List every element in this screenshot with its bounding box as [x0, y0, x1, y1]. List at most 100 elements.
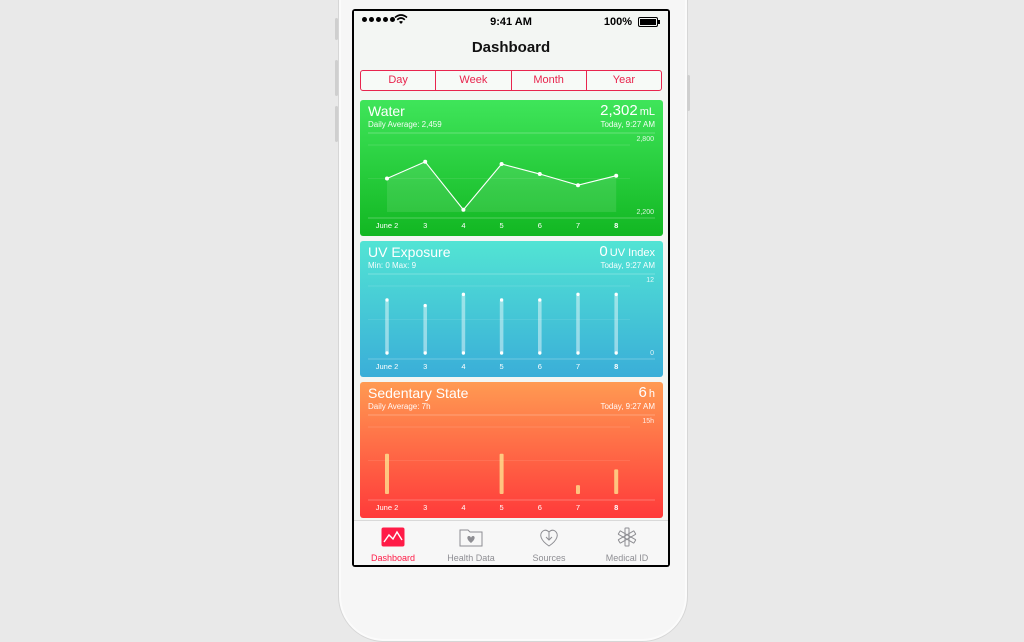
card-timestamp: Today, 9:27 AM [600, 402, 655, 411]
x-tick-label: 5 [500, 221, 504, 230]
segment-day[interactable]: Day [361, 71, 437, 90]
health-data-folder-icon [459, 529, 483, 547]
x-tick-label: 6 [538, 362, 542, 371]
y-tick-label-min: 0 [650, 350, 654, 357]
x-tick-label: 4 [461, 362, 465, 371]
segment-week[interactable]: Week [436, 71, 512, 90]
uv-max-point [576, 292, 580, 297]
uv-range-bar [576, 294, 580, 353]
y-tick-label-min: 2,200 [636, 209, 654, 216]
card-title: Water [368, 103, 405, 119]
uv-max-point [499, 298, 504, 302]
water-data-point [385, 176, 389, 181]
uv-max-point [385, 298, 389, 302]
uv-max-point [423, 303, 427, 308]
x-tick-label: 6 [538, 503, 542, 512]
uv-min-point [538, 351, 542, 355]
page-title: Dashboard [471, 39, 551, 56]
water-data-point [423, 159, 428, 164]
x-tick-label: 3 [423, 503, 427, 512]
card-value: 6h [639, 384, 655, 401]
card-value-unit: mL [639, 106, 655, 118]
uv-max-point [538, 298, 542, 302]
x-tick-label: 3 [423, 362, 427, 371]
time-range-segmented-control: Day Week Month Year [360, 70, 662, 91]
card-subtitle: Daily Average: 2,459 [368, 120, 442, 129]
y-tick-label-max: 12 [646, 277, 654, 284]
tab-medical-id[interactable]: Medical ID [588, 521, 666, 565]
card-value-number: 0 [599, 243, 608, 260]
water-card[interactable]: 2,800 2,200 June 2 3 4 5 6 7 8 Water Daily Avera… [360, 100, 663, 236]
card-value-unit: UV Index [609, 247, 655, 259]
tab-label: Dashboard [370, 553, 416, 563]
x-tick-label: June 2 [376, 362, 399, 371]
card-value: 0 UV Index [599, 243, 655, 260]
battery-percentage: 100% [603, 16, 632, 28]
tab-label: Health Data [447, 553, 495, 563]
card-value-unit: h [648, 388, 655, 400]
sedentary-bar [499, 453, 504, 494]
card-subtitle: Min: 0 Max: 9 [368, 261, 417, 270]
card-timestamp: Today, 9:27 AM [600, 120, 655, 129]
medical-id-asterisk-icon [617, 527, 637, 547]
x-tick-label: 5 [500, 503, 504, 512]
uv-min-point [461, 351, 466, 355]
uv-max-point [461, 292, 466, 297]
uv-max-point [614, 292, 618, 297]
segment-year[interactable]: Year [587, 71, 661, 90]
uv-min-point [423, 351, 427, 355]
uv-exposure-card[interactable]: 12 0 June 2 3 4 5 6 7 8 UV Exposure Min: 0 Max: … [360, 241, 663, 377]
card-title: Sedentary State [368, 385, 469, 401]
uv-min-point [385, 351, 389, 355]
water-data-point [576, 183, 580, 188]
phone-mute-switch [335, 18, 338, 40]
uv-range-bar [385, 299, 389, 353]
uv-range-bar [461, 294, 466, 353]
x-tick-label: 5 [500, 362, 504, 371]
tab-sources[interactable]: Sources [510, 521, 588, 565]
water-data-point [614, 173, 619, 178]
x-tick-label: 8 [614, 503, 618, 512]
sedentary-bar [385, 453, 389, 494]
tab-health-data[interactable]: Health Data [432, 521, 510, 565]
y-tick-label-max: 2,800 [636, 136, 654, 143]
uv-range-bar [423, 305, 427, 353]
tab-dashboard[interactable]: Dashboard [354, 521, 432, 565]
x-tick-label: 8 [614, 362, 618, 371]
sedentary-state-card[interactable]: 15h June 2 3 4 5 6 7 8 Sedentary State Daily Av… [360, 382, 663, 518]
card-value-number: 6 [638, 384, 647, 401]
x-tick-label: June 2 [376, 221, 399, 230]
uv-min-point [576, 351, 580, 355]
card-value: 2,302 mL [600, 102, 655, 119]
uv-range-bar [614, 294, 618, 353]
segment-month[interactable]: Month [512, 71, 587, 90]
phone-power-button [687, 75, 690, 111]
sedentary-bar [614, 469, 619, 494]
uv-range-bar [538, 299, 542, 353]
x-tick-label: 8 [614, 221, 618, 230]
uv-min-point [614, 351, 618, 355]
water-data-point [499, 161, 504, 166]
tab-label: Sources [532, 553, 566, 563]
sedentary-bar [576, 485, 580, 494]
card-title: UV Exposure [368, 244, 451, 260]
x-tick-label: 7 [576, 221, 580, 230]
water-data-point [537, 172, 542, 177]
health-app: 9:41 AM 100% Dashboard Day Week Month Ye… [354, 11, 668, 565]
status-bar: 9:41 AM 100% [354, 11, 668, 31]
x-tick-label: 7 [576, 503, 580, 512]
phone-screen: 9:41 AM 100% Dashboard Day Week Month Ye… [352, 9, 670, 567]
x-tick-label: 4 [461, 503, 465, 512]
dashboard-chart-icon [381, 527, 405, 547]
phone-volume-down-button [335, 106, 338, 142]
card-value-number: 2,302 [600, 102, 638, 119]
sources-download-heart-icon [540, 529, 558, 547]
x-tick-label: 6 [538, 221, 542, 230]
x-tick-label: 7 [576, 362, 580, 371]
x-tick-label: June 2 [376, 503, 399, 512]
card-subtitle: Daily Average: 7h [368, 402, 431, 411]
uv-min-point [499, 351, 504, 355]
uv-range-bar [499, 299, 504, 353]
phone-volume-up-button [335, 60, 338, 96]
tab-bar: Dashboard Health Data Sources Medical ID [354, 520, 668, 565]
